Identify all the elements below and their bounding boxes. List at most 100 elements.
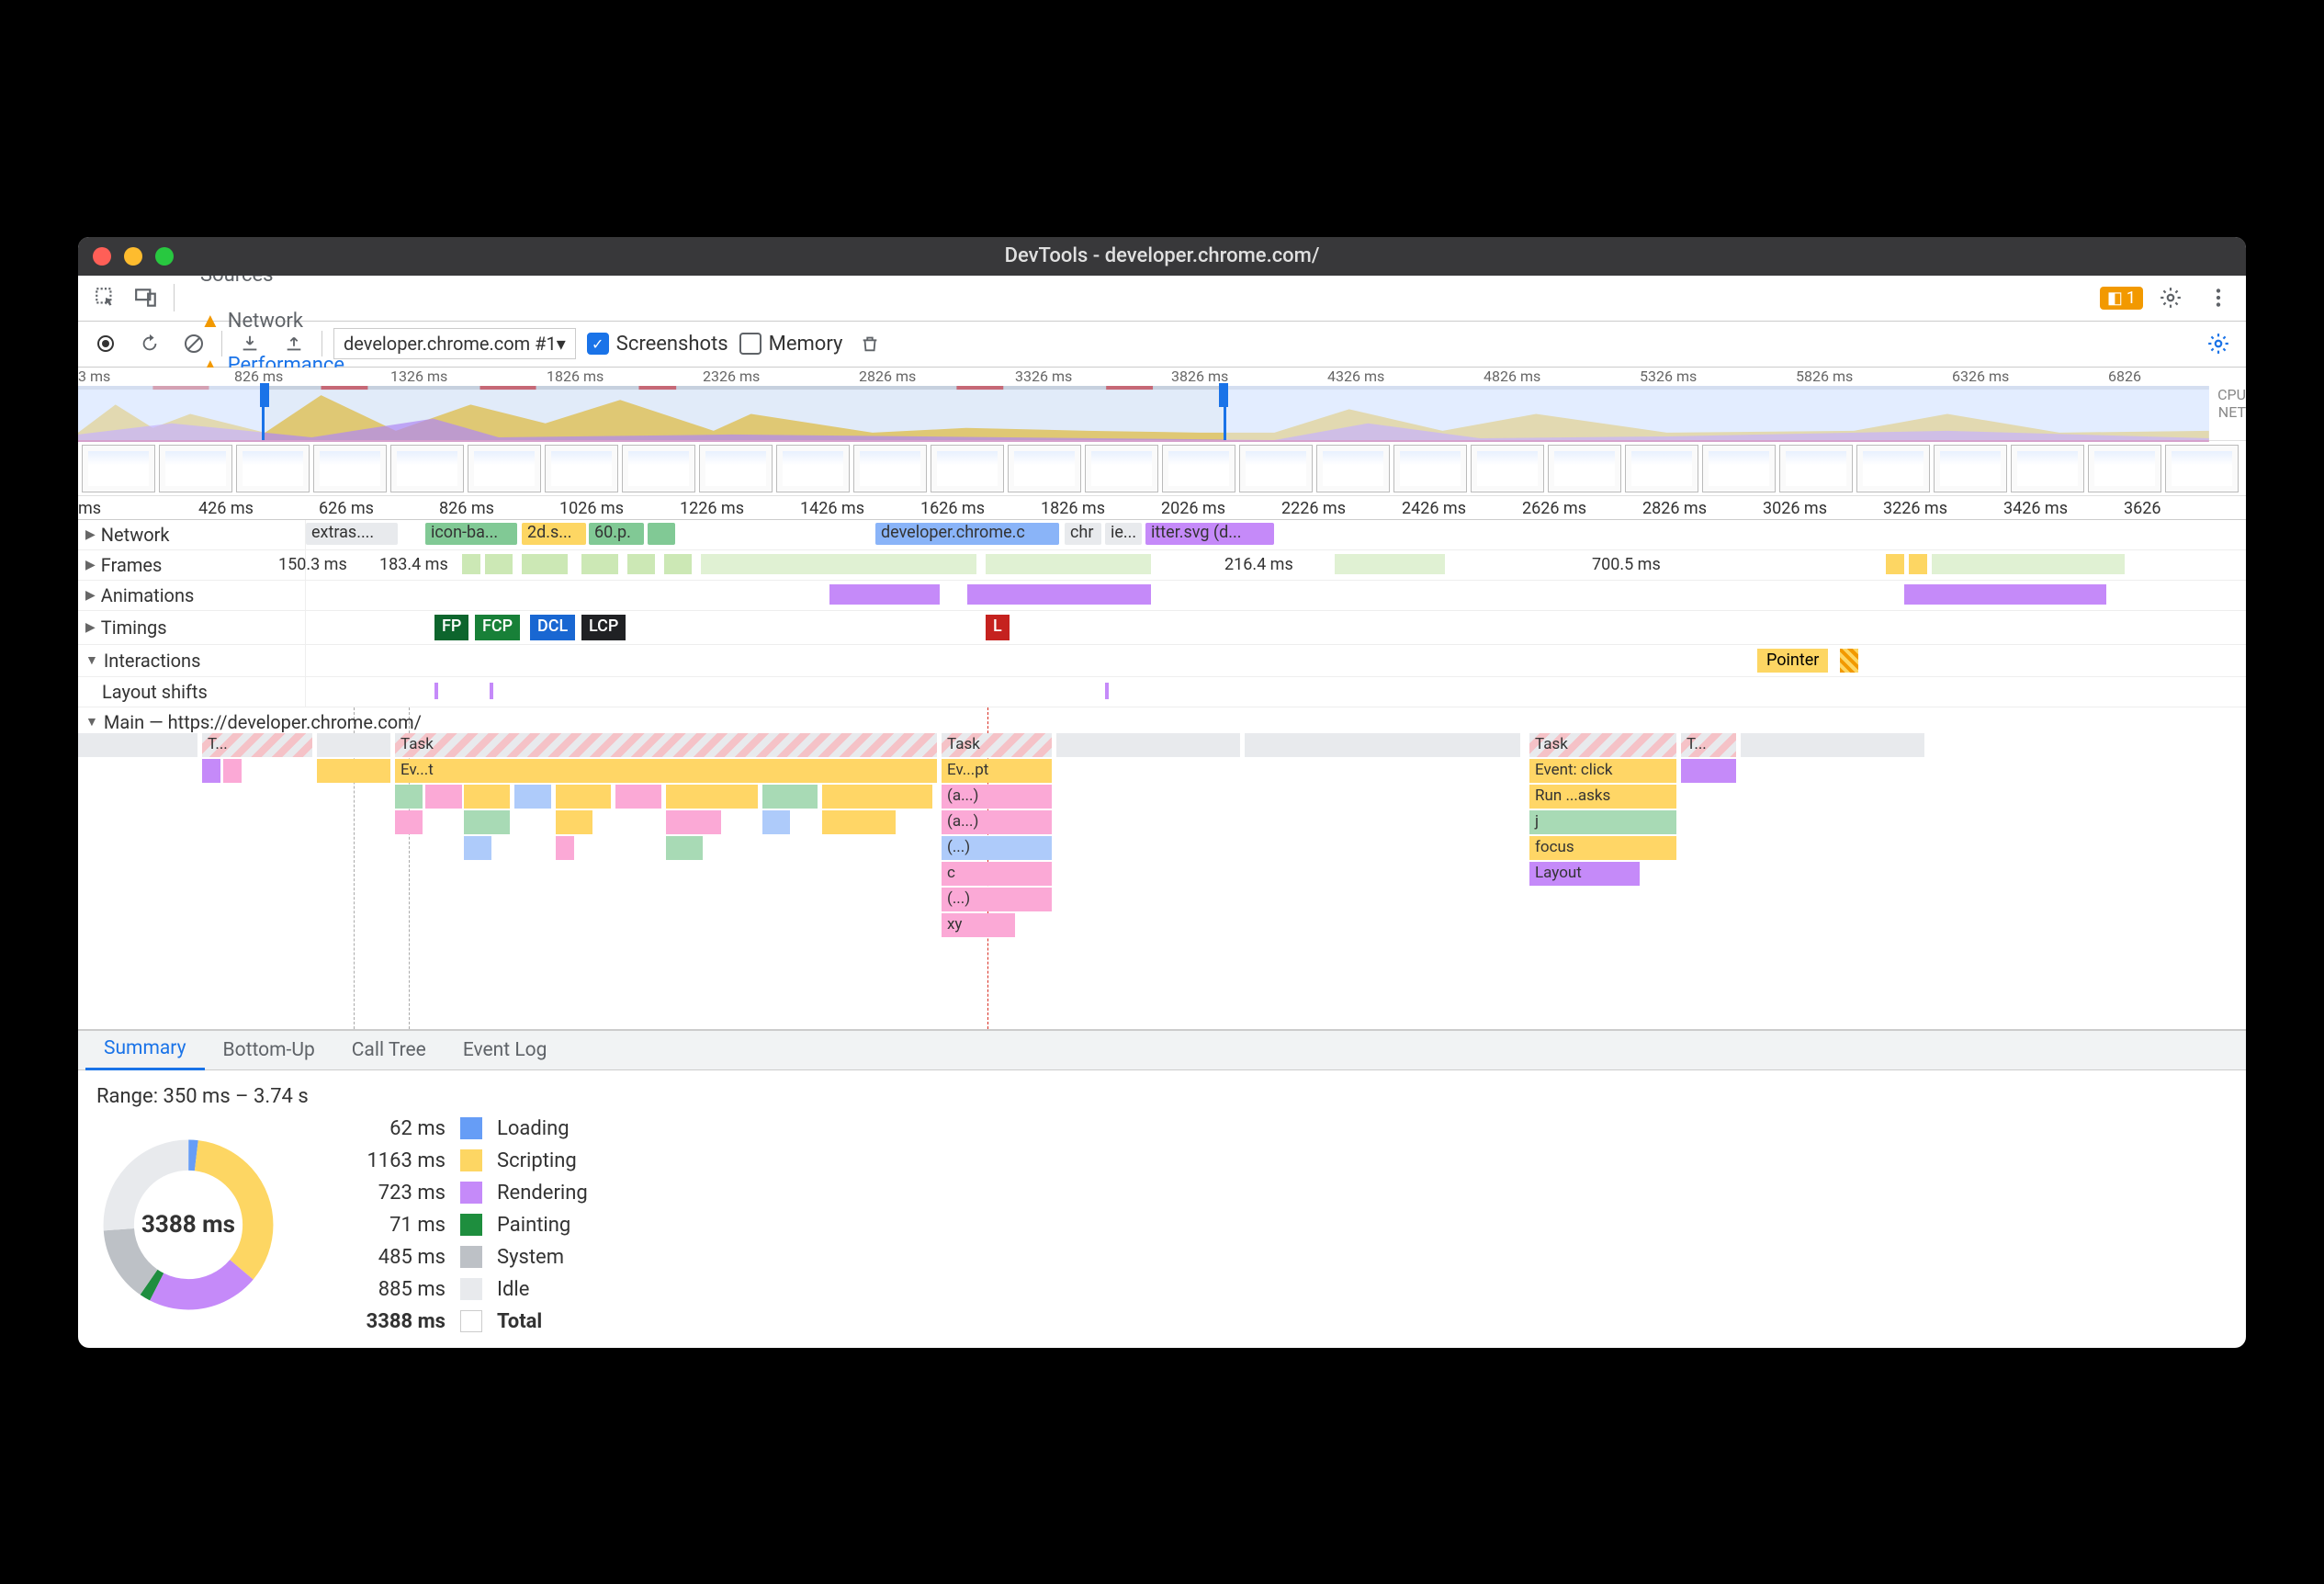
range-label: Range: 350 ms – 3.74 s (96, 1085, 2228, 1108)
screenshot-thumbnail[interactable] (236, 445, 310, 492)
inspect-icon[interactable] (85, 277, 126, 318)
summary-legend: 62 msLoading1163 msScripting723 msRender… (335, 1117, 588, 1333)
screenshot-thumbnail[interactable] (1779, 445, 1853, 492)
screenshot-thumbnail[interactable] (931, 445, 1004, 492)
save-profile-button[interactable] (277, 327, 310, 360)
tab-event-log[interactable]: Event Log (445, 1030, 566, 1070)
load-profile-button[interactable] (233, 327, 266, 360)
screenshot-thumbnail[interactable] (1008, 445, 1081, 492)
screenshots-filmstrip[interactable] (78, 441, 2246, 496)
traffic-lights (93, 247, 174, 266)
capture-settings-icon[interactable] (2202, 327, 2235, 360)
interactions-track[interactable]: ▼Interactions Pointer (78, 645, 2246, 677)
recording-select[interactable]: developer.chrome.com #1▾ (333, 328, 576, 359)
collect-garbage-button[interactable] (853, 327, 886, 360)
screenshot-thumbnail[interactable] (545, 445, 618, 492)
chevron-down-icon[interactable]: ▼ (85, 652, 98, 668)
tab-summary[interactable]: Summary (85, 1030, 205, 1070)
network-item[interactable]: extras.... (306, 523, 398, 545)
timings-track[interactable]: ▶Timings FP FCP DCL LCP L (78, 611, 2246, 645)
memory-checkbox[interactable] (739, 333, 762, 355)
network-item[interactable]: chr (1065, 523, 1101, 545)
screenshots-label: Screenshots (616, 333, 728, 356)
screenshot-thumbnail[interactable] (159, 445, 232, 492)
reload-record-button[interactable] (133, 327, 166, 360)
screenshot-thumbnail[interactable] (1316, 445, 1390, 492)
titlebar: DevTools - developer.chrome.com/ (78, 237, 2246, 276)
animations-track[interactable]: ▶Animations (78, 581, 2246, 611)
dcl-marker[interactable]: DCL (530, 615, 575, 640)
tab-call-tree[interactable]: Call Tree (333, 1030, 445, 1070)
network-item[interactable]: icon-ba... (425, 523, 517, 545)
screenshot-thumbnail[interactable] (313, 445, 387, 492)
screenshot-thumbnail[interactable] (82, 445, 155, 492)
detail-ruler[interactable]: ms426 ms626 ms826 ms1026 ms1226 ms1426 m… (78, 496, 2246, 520)
device-toolbar-icon[interactable] (126, 277, 166, 318)
chevron-right-icon[interactable]: ▶ (85, 558, 96, 572)
clear-button[interactable] (177, 327, 210, 360)
screenshot-thumbnail[interactable] (622, 445, 695, 492)
screenshot-thumbnail[interactable] (853, 445, 927, 492)
legend-row: 1163 msScripting (335, 1149, 588, 1172)
chevron-down-icon[interactable]: ▼ (85, 714, 98, 730)
screenshot-thumbnail[interactable] (776, 445, 850, 492)
minimize-window[interactable] (124, 247, 142, 266)
screenshot-thumbnail[interactable] (699, 445, 773, 492)
layout-shifts-track[interactable]: Layout shifts (78, 677, 2246, 707)
chevron-right-icon[interactable]: ▶ (85, 527, 96, 542)
load-marker[interactable]: L (986, 615, 1010, 640)
performance-toolbar: developer.chrome.com #1▾ ✓ Screenshots M… (78, 322, 2246, 368)
pointer-interaction[interactable]: Pointer (1757, 649, 1828, 673)
screenshot-thumbnail[interactable] (1548, 445, 1621, 492)
network-track[interactable]: ▶Network extras.... icon-ba... 2d.s... 6… (78, 520, 2246, 550)
devtools-window: DevTools - developer.chrome.com/ Console… (78, 237, 2246, 1348)
screenshot-thumbnail[interactable] (2165, 445, 2239, 492)
screenshot-thumbnail[interactable] (1702, 445, 1776, 492)
screenshots-checkbox[interactable]: ✓ (587, 333, 609, 355)
main-thread-track[interactable]: ▼Main — https://developer.chrome.com/ T.… (78, 707, 2246, 1030)
screenshot-thumbnail[interactable] (2011, 445, 2084, 492)
screenshot-thumbnail[interactable] (1162, 445, 1235, 492)
memory-label: Memory (769, 333, 843, 356)
fp-marker[interactable]: FP (434, 615, 468, 640)
network-item[interactable]: itter.svg (d... (1145, 523, 1274, 545)
maximize-window[interactable] (155, 247, 174, 266)
screenshot-thumbnail[interactable] (1625, 445, 1698, 492)
selection-handle-left[interactable] (260, 383, 269, 407)
lcp-marker[interactable]: LCP (581, 615, 626, 640)
network-item[interactable]: ie... (1105, 523, 1142, 545)
legend-row: 885 msIdle (335, 1278, 588, 1301)
overview-chart[interactable]: 3 ms826 ms1326 ms1826 ms2326 ms2826 ms33… (78, 368, 2246, 441)
network-item[interactable]: 60.p. (589, 523, 644, 545)
screenshot-thumbnail[interactable] (468, 445, 541, 492)
network-item[interactable]: 2d.s... (522, 523, 586, 545)
screenshot-thumbnail[interactable] (2088, 445, 2161, 492)
network-item[interactable] (648, 523, 675, 545)
screenshot-thumbnail[interactable] (1856, 445, 1930, 492)
tracks: ▶Network extras.... icon-ba... 2d.s... 6… (78, 520, 2246, 1030)
net-label: NET (2209, 403, 2246, 421)
close-window[interactable] (93, 247, 111, 266)
selection-handle-right[interactable] (1219, 383, 1228, 407)
screenshot-thumbnail[interactable] (1085, 445, 1158, 492)
issues-badge[interactable]: ◧1 (2100, 287, 2143, 310)
network-item[interactable]: developer.chrome.c (875, 523, 1059, 545)
summary-tabbar: SummaryBottom-UpCall TreeEvent Log (78, 1030, 2246, 1070)
legend-row: 71 msPainting (335, 1214, 588, 1237)
screenshot-thumbnail[interactable] (1934, 445, 2007, 492)
legend-row: 723 msRendering (335, 1182, 588, 1205)
screenshot-thumbnail[interactable] (390, 445, 464, 492)
more-icon[interactable] (2198, 277, 2239, 318)
chevron-right-icon[interactable]: ▶ (85, 588, 96, 603)
frames-track[interactable]: ▶Frames 150.3 ms 183.4 ms 216.4 ms 700.5… (78, 550, 2246, 581)
settings-icon[interactable] (2150, 277, 2191, 318)
tab-bottom-up[interactable]: Bottom-Up (205, 1030, 333, 1070)
chevron-right-icon[interactable]: ▶ (85, 620, 96, 635)
fcp-marker[interactable]: FCP (475, 615, 520, 640)
record-button[interactable] (89, 327, 122, 360)
summary-panel: Range: 350 ms – 3.74 s 3388 ms 62 msLoad… (78, 1070, 2246, 1348)
screenshot-thumbnail[interactable] (1471, 445, 1544, 492)
summary-donut: 3388 ms (96, 1133, 280, 1317)
screenshot-thumbnail[interactable] (1239, 445, 1313, 492)
screenshot-thumbnail[interactable] (1393, 445, 1467, 492)
